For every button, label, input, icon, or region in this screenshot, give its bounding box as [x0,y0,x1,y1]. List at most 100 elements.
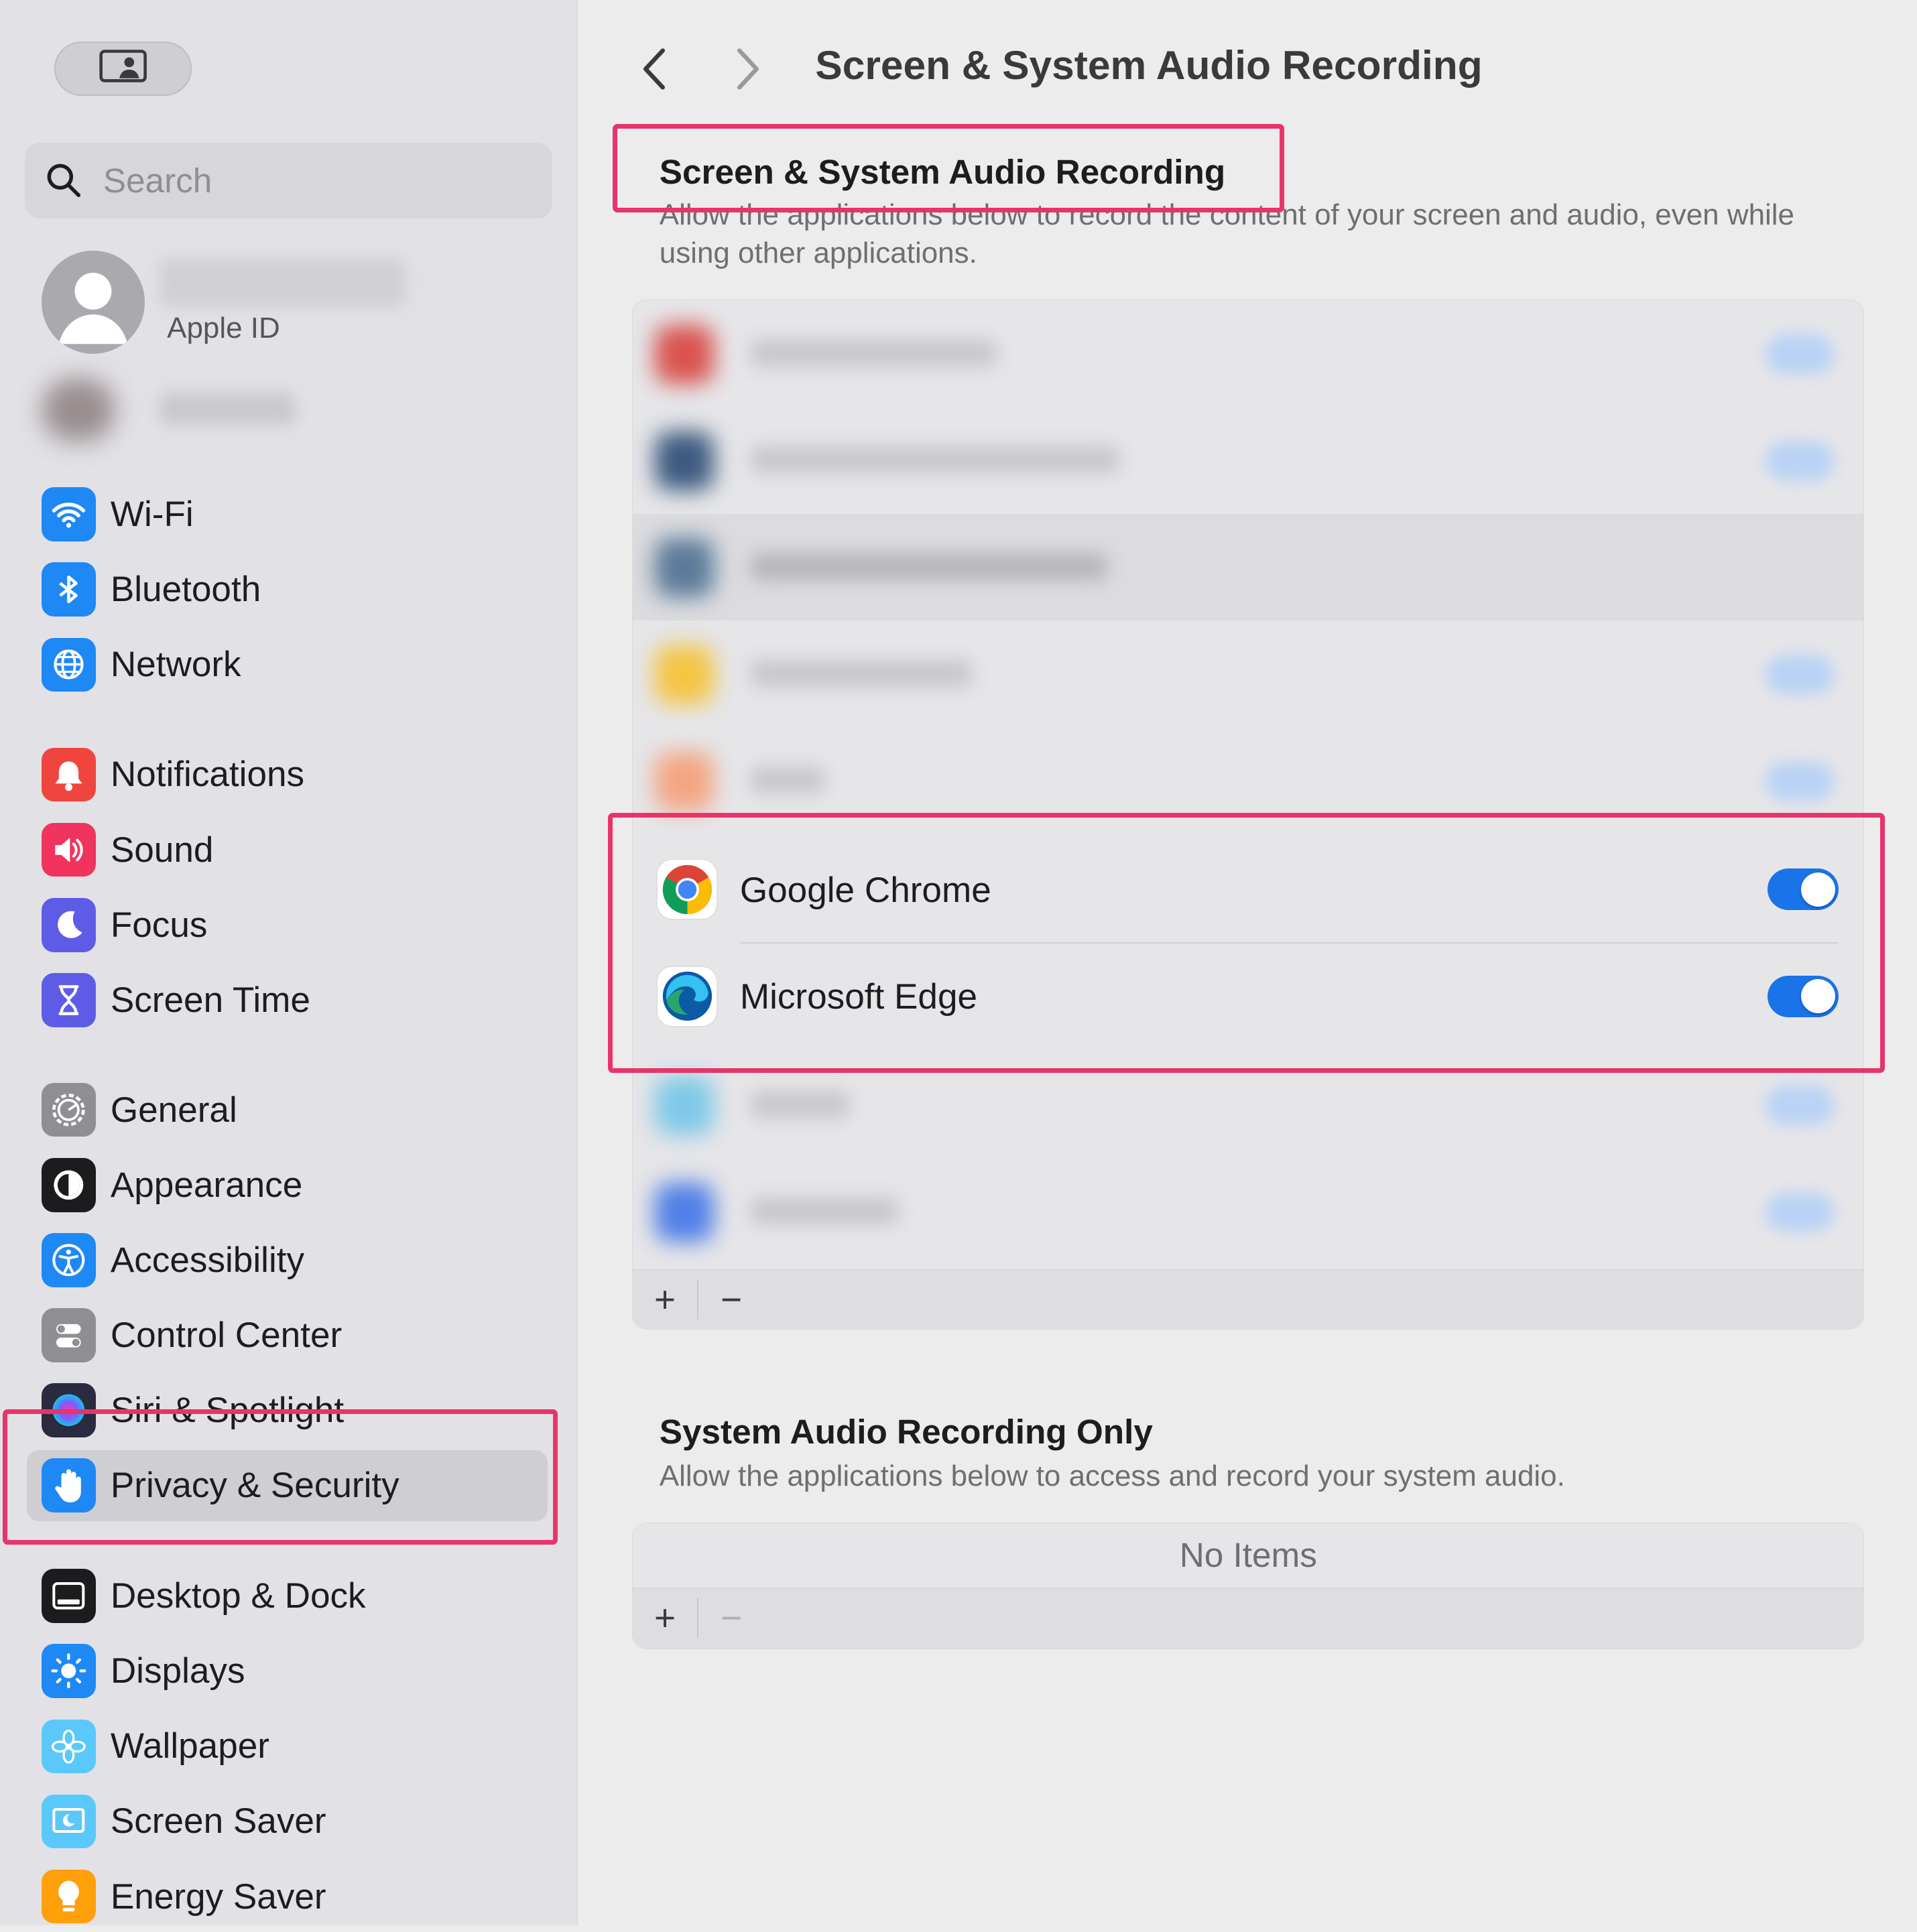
sidebar-item-bluetooth[interactable]: Bluetooth [27,554,548,625]
search-field[interactable] [24,142,553,219]
system-audio-app-list: No Items + − [632,1522,1865,1649]
account-name-redacted [160,257,406,307]
list-item-redacted[interactable] [633,407,1863,513]
app-row-microsoft-edge[interactable]: Microsoft Edge [633,944,1863,1050]
sidebar: Apple ID Wi-Fi Bluetooth Network Notificati… [0,0,578,1925]
sidebar-item-notifications[interactable]: Notifications [27,739,548,810]
siri-icon [42,1383,96,1437]
sidebar-item-label: Privacy & Security [110,1466,399,1506]
sidebar-item-label: Displays [110,1651,245,1691]
list-item-redacted[interactable] [633,621,1863,727]
sidebar-item-accessibility[interactable]: Accessibility [27,1224,548,1295]
section-description-screen-recording: Allow the applications below to record t… [659,198,1794,269]
wifi-icon [42,487,96,541]
globe-icon [42,637,96,692]
sidebar-item-screen-time[interactable]: Screen Time [27,964,548,1035]
section-title-system-audio: System Audio Recording Only [659,1412,1153,1451]
dock-icon [42,1569,96,1623]
sidebar-item-label: Wi-Fi [110,495,194,535]
list-footer: + − [633,1269,1864,1330]
bell-icon [42,747,96,802]
sidebar-item-label: Wallpaper [110,1726,269,1766]
footer-divider [696,1279,698,1319]
sidebar-item-label: Focus [110,905,208,945]
moon-icon [42,897,96,952]
app-name: Google Chrome [739,871,991,911]
gear-icon [42,1082,96,1137]
sidebar-toggle-button[interactable] [54,42,192,96]
sidebar-item-network[interactable]: Network [27,629,548,700]
bluetooth-icon [42,562,96,617]
empty-list-label: No Items [1179,1535,1317,1574]
sidebar-item-label: Sound [110,830,214,870]
page-title: Screen & System Audio Recording [815,42,1483,88]
list-item-redacted[interactable] [633,1159,1863,1265]
sidebar-item-siri-spotlight[interactable]: Siri & Spotlight [27,1374,548,1445]
sidebar-item-label: Appearance [110,1165,303,1205]
sidebar-item-label: Screen Saver [110,1801,326,1842]
section-title-screen-recording: Screen & System Audio Recording [659,153,1226,192]
footer-divider [696,1598,698,1638]
family-item-redacted[interactable] [25,369,307,454]
hand-icon [42,1458,96,1512]
sidebar-item-focus[interactable]: Focus [27,889,548,960]
bulb-icon [42,1869,96,1924]
search-input[interactable] [101,159,523,202]
accessibility-icon [42,1233,96,1287]
chevron-left-icon [643,48,666,90]
speaker-icon [42,822,96,877]
sidebar-item-label: General [110,1090,237,1130]
sidebar-item-label: Bluetooth [110,570,261,610]
sidebar-item-desktop-dock[interactable]: Desktop & Dock [27,1560,548,1631]
screen-recording-app-list: Google Chrome Microsoft Edge + − [632,300,1865,1330]
sidebar-item-control-center[interactable]: Control Center [27,1299,548,1370]
list-item-redacted[interactable] [633,513,1864,621]
back-button[interactable] [630,44,679,93]
forward-button[interactable] [723,44,772,93]
main-content: Screen & System Audio Recording Screen &… [578,0,1917,1925]
hourglass-icon [42,973,96,1027]
apple-id-account[interactable]: Apple ID [42,250,557,357]
avatar [42,250,145,354]
sidebar-item-label: Notifications [110,755,305,795]
sidebar-item-label: Accessibility [110,1240,305,1280]
sidebar-item-label: Screen Time [110,980,310,1020]
sidebar-item-sound[interactable]: Sound [27,814,548,885]
section-description-system-audio: Allow the applications below to access a… [659,1459,1565,1492]
sidebar-item-label: Energy Saver [110,1876,326,1917]
list-item-redacted[interactable] [633,728,1863,834]
sidebar-item-privacy-security[interactable]: Privacy & Security [27,1450,548,1521]
sidebar-item-screen-saver[interactable]: Screen Saver [27,1786,548,1857]
sidebar-toggle-icon [99,48,147,90]
chrome-icon [658,860,717,919]
sidebar-item-wallpaper[interactable]: Wallpaper [27,1711,548,1782]
app-name: Microsoft Edge [739,977,978,1017]
sidebar-item-general[interactable]: General [27,1074,548,1145]
sidebar-item-label: Network [110,645,241,685]
add-app-button[interactable]: + [633,1270,696,1329]
sidebar-item-label: Siri & Spotlight [110,1391,345,1431]
sidebar-item-appearance[interactable]: Appearance [27,1149,548,1220]
remove-app-button[interactable]: − [699,1270,763,1329]
chrome-permission-toggle[interactable] [1768,868,1839,911]
list-item-redacted[interactable] [633,1051,1863,1158]
list-footer: + − [633,1587,1864,1649]
sidebar-item-wi-fi[interactable]: Wi-Fi [27,478,548,550]
sidebar-item-label: Control Center [110,1315,343,1355]
edge-icon [658,966,717,1026]
appearance-icon [42,1157,96,1212]
app-row-google-chrome[interactable]: Google Chrome [633,837,1863,944]
sun-icon [42,1644,96,1698]
apple-id-label: Apple ID [167,312,280,345]
search-icon [44,161,84,200]
chevron-right-icon [737,48,759,90]
list-item-redacted[interactable] [633,300,1863,407]
remove-app-button[interactable]: − [699,1588,763,1647]
switches-icon [42,1308,96,1362]
sidebar-item-displays[interactable]: Displays [27,1636,548,1707]
flower-icon [42,1719,96,1774]
sidebar-item-label: Desktop & Dock [110,1576,366,1616]
add-app-button[interactable]: + [633,1588,696,1647]
sidebar-item-energy-saver[interactable]: Energy Saver [27,1861,548,1932]
edge-permission-toggle[interactable] [1768,975,1839,1017]
